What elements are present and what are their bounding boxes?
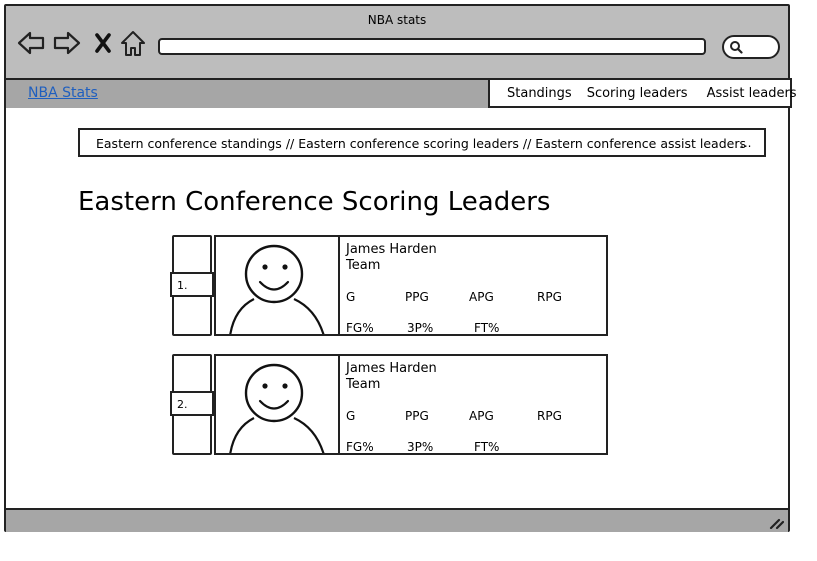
menu-item-scoring-leaders[interactable]: Scoring leaders xyxy=(587,86,688,101)
top-menu: Standings Scoring leaders Assist leaders xyxy=(488,78,797,108)
player-card[interactable]: 2. James Harden Team G PPG APG RPG FG% 3… xyxy=(170,354,608,455)
title-bar: NBA stats xyxy=(6,6,788,80)
stat-rpg: RPG xyxy=(537,409,562,423)
home-icon[interactable] xyxy=(118,28,148,58)
player-card[interactable]: 1. James Harden Team G PPG APG RPG FG% 3… xyxy=(170,235,608,336)
player-team: Team xyxy=(346,258,381,273)
breadcrumb-separator: // xyxy=(285,136,295,151)
status-bar xyxy=(6,508,788,532)
menu-item-assist-leaders[interactable]: Assist leaders xyxy=(707,86,797,101)
stat-apg: APG xyxy=(469,409,494,423)
search-box[interactable] xyxy=(722,35,780,59)
page-title: Eastern Conference Scoring Leaders xyxy=(78,187,551,217)
person-icon xyxy=(229,244,325,334)
stat-3p-pct: 3P% xyxy=(407,440,434,454)
player-name: James Harden xyxy=(346,361,437,376)
breadcrumb-separator: // xyxy=(522,136,532,151)
stat-ppg: PPG xyxy=(405,290,429,304)
stat-g: G xyxy=(346,409,356,423)
stat-g: G xyxy=(346,290,356,304)
player-name: James Harden xyxy=(346,242,437,257)
stat-fg-pct: FG% xyxy=(346,321,374,335)
search-icon xyxy=(730,41,743,54)
stat-ft-pct: FT% xyxy=(474,321,500,335)
rank-label: 2. xyxy=(170,391,214,416)
breadcrumb-more[interactable]: ... xyxy=(740,136,751,150)
player-info: James Harden Team G PPG APG RPG FG% 3P% … xyxy=(338,354,608,455)
resize-grip-icon[interactable] xyxy=(768,514,785,533)
breadcrumb: Eastern conference standings//Eastern co… xyxy=(78,128,766,157)
rank-label: 1. xyxy=(170,272,214,297)
stat-apg: APG xyxy=(469,290,494,304)
menu-item-standings[interactable]: Standings xyxy=(507,86,572,101)
player-avatar xyxy=(214,235,340,336)
person-icon xyxy=(229,363,325,453)
stat-3p-pct: 3P% xyxy=(407,321,434,335)
stat-fg-pct: FG% xyxy=(346,440,374,454)
site-header-bar: NBA Stats xyxy=(6,80,490,108)
player-avatar xyxy=(214,354,340,455)
breadcrumb-item-standings[interactable]: Eastern conference standings xyxy=(96,136,282,151)
site-home-link[interactable]: NBA Stats xyxy=(28,85,98,101)
stat-rpg: RPG xyxy=(537,290,562,304)
window-title: NBA stats xyxy=(367,13,427,27)
address-bar[interactable] xyxy=(158,38,706,55)
breadcrumb-item-scoring-leaders[interactable]: Eastern conference scoring leaders xyxy=(298,136,519,151)
player-info: James Harden Team G PPG APG RPG FG% 3P% … xyxy=(338,235,608,336)
browser-window: NBA stats NBA Stats Standings Scoring le… xyxy=(4,4,797,532)
breadcrumb-item-assist-leaders[interactable]: Eastern conference assist leaders xyxy=(535,136,746,151)
stat-ppg: PPG xyxy=(405,409,429,423)
forward-arrow-icon[interactable] xyxy=(52,28,82,58)
player-team: Team xyxy=(346,377,381,392)
back-arrow-icon[interactable] xyxy=(16,28,46,58)
close-icon[interactable] xyxy=(92,28,114,58)
stat-ft-pct: FT% xyxy=(474,440,500,454)
